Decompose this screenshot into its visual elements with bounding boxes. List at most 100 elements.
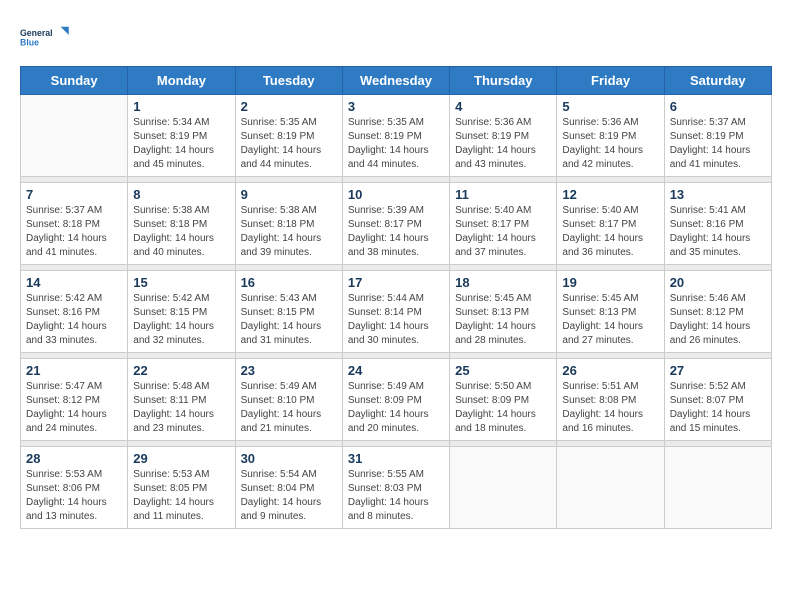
svg-text:General: General xyxy=(20,28,53,38)
day-number: 8 xyxy=(133,187,229,202)
day-cell xyxy=(557,447,664,529)
day-number: 3 xyxy=(348,99,444,114)
day-number: 25 xyxy=(455,363,551,378)
week-row-1: 1Sunrise: 5:34 AMSunset: 8:19 PMDaylight… xyxy=(21,95,772,177)
logo: General Blue xyxy=(20,20,70,56)
day-info: Sunrise: 5:48 AMSunset: 8:11 PMDaylight:… xyxy=(133,380,229,436)
day-info: Sunrise: 5:37 AMSunset: 8:19 PMDaylight:… xyxy=(670,116,766,172)
day-number: 16 xyxy=(241,275,337,290)
day-cell: 5 Sunrise: 5:36 AMSunset: 8:19 PMDaylight… xyxy=(557,95,664,177)
day-number: 17 xyxy=(348,275,444,290)
week-row-4: 21 Sunrise: 5:47 AMSunset: 8:12 PMDayligh… xyxy=(21,359,772,441)
day-number: 2 xyxy=(241,99,337,114)
day-info: Sunrise: 5:36 AMSunset: 8:19 PMDaylight:… xyxy=(562,116,658,172)
day-info: Sunrise: 5:39 AMSunset: 8:17 PMDaylight:… xyxy=(348,204,444,260)
weekday-header-sunday: Sunday xyxy=(21,67,128,95)
day-number: 31 xyxy=(348,451,444,466)
day-number: 22 xyxy=(133,363,229,378)
day-cell: 25 Sunrise: 5:50 AMSunset: 8:09 PMDayligh… xyxy=(450,359,557,441)
day-info: Sunrise: 5:34 AMSunset: 8:19 PMDaylight:… xyxy=(133,116,229,172)
header: General Blue xyxy=(20,20,772,56)
day-number: 9 xyxy=(241,187,337,202)
weekday-header-row: SundayMondayTuesdayWednesdayThursdayFrid… xyxy=(21,67,772,95)
day-cell: 6 Sunrise: 5:37 AMSunset: 8:19 PMDaylight… xyxy=(664,95,771,177)
day-cell: 15Sunrise: 5:42 AMSunset: 8:15 PMDayligh… xyxy=(128,271,235,353)
day-info: Sunrise: 5:47 AMSunset: 8:12 PMDaylight:… xyxy=(26,380,122,436)
day-info: Sunrise: 5:42 AMSunset: 8:16 PMDaylight:… xyxy=(26,292,122,348)
week-row-3: 14 Sunrise: 5:42 AMSunset: 8:16 PMDayligh… xyxy=(21,271,772,353)
day-cell xyxy=(664,447,771,529)
day-cell: 27Sunrise: 5:52 AMSunset: 8:07 PMDayligh… xyxy=(664,359,771,441)
weekday-header-wednesday: Wednesday xyxy=(342,67,449,95)
day-info: Sunrise: 5:36 AMSunset: 8:19 PMDaylight:… xyxy=(455,116,551,172)
day-info: Sunrise: 5:51 AMSunset: 8:08 PMDaylight:… xyxy=(562,380,658,436)
day-cell: 17 Sunrise: 5:44 AMSunset: 8:14 PMDayligh… xyxy=(342,271,449,353)
day-number: 12 xyxy=(562,187,658,202)
weekday-header-monday: Monday xyxy=(128,67,235,95)
day-cell: 20 Sunrise: 5:46 AMSunset: 8:12 PMDayligh… xyxy=(664,271,771,353)
day-info: Sunrise: 5:46 AMSunset: 8:12 PMDaylight:… xyxy=(670,292,766,348)
day-cell: 8 Sunrise: 5:38 AMSunset: 8:18 PMDaylight… xyxy=(128,183,235,265)
day-number: 14 xyxy=(26,275,122,290)
day-info: Sunrise: 5:35 AMSunset: 8:19 PMDaylight:… xyxy=(348,116,444,172)
day-info: Sunrise: 5:35 AMSunset: 8:19 PMDaylight:… xyxy=(241,116,337,172)
day-info: Sunrise: 5:40 AMSunset: 8:17 PMDaylight:… xyxy=(455,204,551,260)
day-number: 10 xyxy=(348,187,444,202)
day-cell: 2 Sunrise: 5:35 AMSunset: 8:19 PMDaylight… xyxy=(235,95,342,177)
day-number: 13 xyxy=(670,187,766,202)
day-info: Sunrise: 5:43 AMSunset: 8:15 PMDaylight:… xyxy=(241,292,337,348)
day-cell: 21 Sunrise: 5:47 AMSunset: 8:12 PMDayligh… xyxy=(21,359,128,441)
week-row-2: 7 Sunrise: 5:37 AMSunset: 8:18 PMDaylight… xyxy=(21,183,772,265)
day-number: 30 xyxy=(241,451,337,466)
day-cell: 26 Sunrise: 5:51 AMSunset: 8:08 PMDayligh… xyxy=(557,359,664,441)
day-info: Sunrise: 5:45 AMSunset: 8:13 PMDaylight:… xyxy=(455,292,551,348)
day-number: 18 xyxy=(455,275,551,290)
day-info: Sunrise: 5:55 AMSunset: 8:03 PMDaylight:… xyxy=(348,468,444,524)
weekday-header-tuesday: Tuesday xyxy=(235,67,342,95)
day-cell: 7 Sunrise: 5:37 AMSunset: 8:18 PMDaylight… xyxy=(21,183,128,265)
day-info: Sunrise: 5:53 AMSunset: 8:05 PMDaylight:… xyxy=(133,468,229,524)
day-number: 5 xyxy=(562,99,658,114)
day-info: Sunrise: 5:38 AMSunset: 8:18 PMDaylight:… xyxy=(241,204,337,260)
day-number: 23 xyxy=(241,363,337,378)
day-cell: 30Sunrise: 5:54 AMSunset: 8:04 PMDayligh… xyxy=(235,447,342,529)
day-number: 15 xyxy=(133,275,229,290)
day-info: Sunrise: 5:44 AMSunset: 8:14 PMDaylight:… xyxy=(348,292,444,348)
day-info: Sunrise: 5:38 AMSunset: 8:18 PMDaylight:… xyxy=(133,204,229,260)
day-number: 19 xyxy=(562,275,658,290)
logo-svg: General Blue xyxy=(20,20,70,56)
day-cell: 24 Sunrise: 5:49 AMSunset: 8:09 PMDayligh… xyxy=(342,359,449,441)
day-cell xyxy=(450,447,557,529)
day-cell: 13 Sunrise: 5:41 AMSunset: 8:16 PMDayligh… xyxy=(664,183,771,265)
day-cell: 18 Sunrise: 5:45 AMSunset: 8:13 PMDayligh… xyxy=(450,271,557,353)
day-cell: 3 Sunrise: 5:35 AMSunset: 8:19 PMDaylight… xyxy=(342,95,449,177)
day-cell: 23 Sunrise: 5:49 AMSunset: 8:10 PMDayligh… xyxy=(235,359,342,441)
day-cell: 9 Sunrise: 5:38 AMSunset: 8:18 PMDaylight… xyxy=(235,183,342,265)
day-number: 26 xyxy=(562,363,658,378)
day-number: 24 xyxy=(348,363,444,378)
day-cell: 22 Sunrise: 5:48 AMSunset: 8:11 PMDayligh… xyxy=(128,359,235,441)
day-cell: 1Sunrise: 5:34 AMSunset: 8:19 PMDaylight… xyxy=(128,95,235,177)
day-cell: 16 Sunrise: 5:43 AMSunset: 8:15 PMDayligh… xyxy=(235,271,342,353)
day-info: Sunrise: 5:37 AMSunset: 8:18 PMDaylight:… xyxy=(26,204,122,260)
day-cell: 14 Sunrise: 5:42 AMSunset: 8:16 PMDayligh… xyxy=(21,271,128,353)
day-cell: 31 Sunrise: 5:55 AMSunset: 8:03 PMDayligh… xyxy=(342,447,449,529)
day-number: 7 xyxy=(26,187,122,202)
day-info: Sunrise: 5:41 AMSunset: 8:16 PMDaylight:… xyxy=(670,204,766,260)
day-info: Sunrise: 5:52 AMSunset: 8:07 PMDaylight:… xyxy=(670,380,766,436)
day-number: 21 xyxy=(26,363,122,378)
day-number: 6 xyxy=(670,99,766,114)
day-cell: 10 Sunrise: 5:39 AMSunset: 8:17 PMDayligh… xyxy=(342,183,449,265)
day-info: Sunrise: 5:50 AMSunset: 8:09 PMDaylight:… xyxy=(455,380,551,436)
day-cell xyxy=(21,95,128,177)
day-info: Sunrise: 5:49 AMSunset: 8:10 PMDaylight:… xyxy=(241,380,337,436)
day-number: 4 xyxy=(455,99,551,114)
day-info: Sunrise: 5:45 AMSunset: 8:13 PMDaylight:… xyxy=(562,292,658,348)
day-info: Sunrise: 5:53 AMSunset: 8:06 PMDaylight:… xyxy=(26,468,122,524)
svg-text:Blue: Blue xyxy=(20,38,39,48)
weekday-header-saturday: Saturday xyxy=(664,67,771,95)
day-number: 20 xyxy=(670,275,766,290)
day-cell: 19 Sunrise: 5:45 AMSunset: 8:13 PMDayligh… xyxy=(557,271,664,353)
day-cell: 12Sunrise: 5:40 AMSunset: 8:17 PMDayligh… xyxy=(557,183,664,265)
day-info: Sunrise: 5:49 AMSunset: 8:09 PMDaylight:… xyxy=(348,380,444,436)
